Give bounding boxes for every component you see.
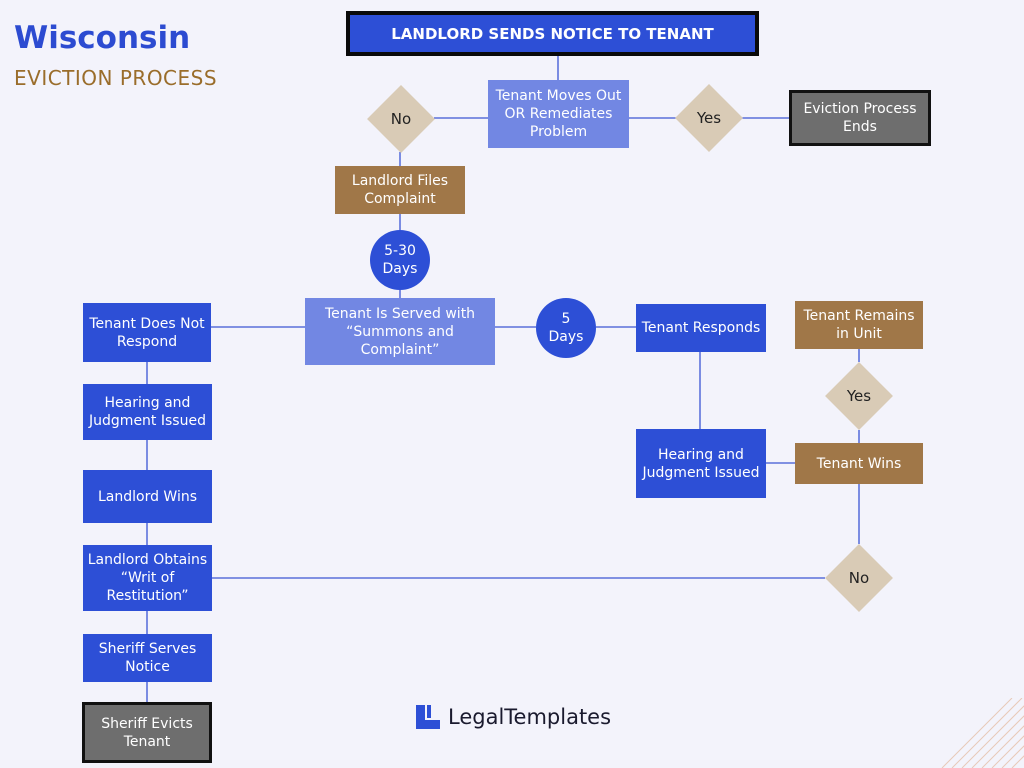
node-label: Sheriff Serves Notice [98,641,197,675]
node-hearing-left: Hearing and Judgment Issued [83,384,212,440]
decision-yes-right: Yes [825,362,893,430]
decision-no-top: No [367,85,435,153]
brand-logo: LegalTemplates [416,705,611,729]
node-tenant-does-not-respond: Tenant Does Not Respond [83,303,211,362]
legaltemplates-logo-icon [416,705,440,729]
node-eviction-process-ends: Eviction Process Ends [789,90,931,146]
node-hearing-right: Hearing and Judgment Issued [636,429,766,498]
node-label: Landlord Obtains “Writ of Restitution” [87,552,208,604]
timer-label: 5-30 Days [382,243,418,277]
decorative-hatch [941,698,1024,768]
node-sheriff-serves-notice: Sheriff Serves Notice [83,634,212,682]
node-label: Hearing and Judgment Issued [89,395,206,429]
node-tenant-moves-out: Tenant Moves Out OR Remediates Problem [488,80,629,148]
node-label: Eviction Process Ends [803,101,917,135]
node-tenant-responds: Tenant Responds [636,304,766,352]
node-label: Sheriff Evicts Tenant [101,715,193,750]
node-label: Tenant Is Served with “Summons and Compl… [324,305,476,358]
decision-label: No [848,569,870,587]
brand-name: LegalTemplates [448,705,612,729]
node-label: Tenant Remains in Unit [803,308,915,342]
decision-label: Yes [846,387,872,405]
page-title: Wisconsin [14,20,191,56]
decision-yes-top: Yes [675,84,743,152]
node-tenant-remains: Tenant Remains in Unit [795,301,923,349]
node-label: Tenant Responds [641,320,761,336]
timer-label: 5 Days [548,311,584,345]
node-tenant-wins: Tenant Wins [795,443,923,484]
node-label: Tenant Wins [816,455,902,472]
node-writ-of-restitution: Landlord Obtains “Writ of Restitution” [83,545,212,611]
node-label: Landlord Wins [97,488,198,505]
decision-label: No [390,110,412,128]
node-label: Hearing and Judgment Issued [642,446,760,481]
timer-5-30-days: 5-30 Days [370,230,430,290]
node-landlord-sends-notice: LANDLORD SENDS NOTICE TO TENANT [346,11,759,56]
decision-label: Yes [696,109,722,127]
node-landlord-wins: Landlord Wins [83,470,212,523]
node-label: Tenant Moves Out OR Remediates Problem [495,88,622,140]
node-label: Tenant Does Not Respond [89,315,205,350]
node-landlord-files-complaint: Landlord Files Complaint [335,166,465,214]
node-label: Landlord Files Complaint [351,173,449,207]
page-subtitle: EVICTION PROCESS [14,66,218,90]
node-label: LANDLORD SENDS NOTICE TO TENANT [391,24,714,43]
node-tenant-served: Tenant Is Served with “Summons and Compl… [305,298,495,365]
node-sheriff-evicts-tenant: Sheriff Evicts Tenant [82,702,212,763]
timer-5-days: 5 Days [536,298,596,358]
decision-no-right: No [825,544,893,612]
